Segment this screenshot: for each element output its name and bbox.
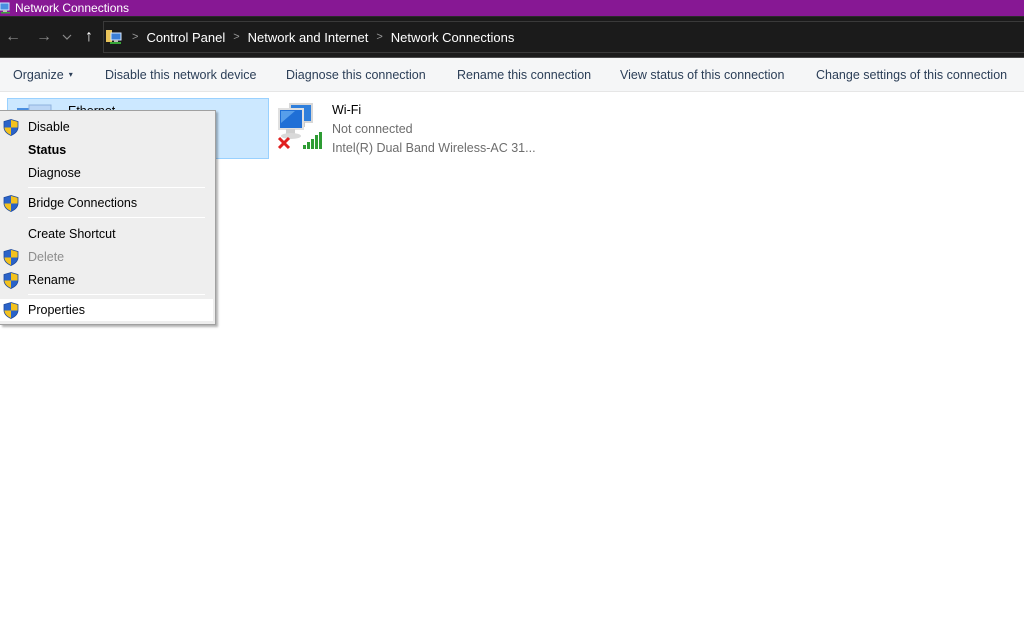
menu-item-label: Diagnose — [28, 166, 81, 180]
menu-item-delete: Delete — [0, 246, 213, 268]
recent-locations-button[interactable] — [60, 26, 74, 48]
connection-device: Intel(R) Dual Band Wireless-AC 31... — [332, 141, 536, 155]
network-connections-app-icon — [0, 2, 12, 14]
breadcrumb-separator-icon[interactable]: > — [376, 31, 382, 43]
command-bar: Organize ▾ Disable this network device Di… — [0, 57, 1024, 92]
breadcrumb-network-connections[interactable]: Network Connections — [391, 30, 515, 45]
menu-item-label: Status — [28, 143, 67, 157]
menu-item-label: Delete — [28, 250, 65, 264]
menu-item-label: Bridge Connections — [28, 196, 138, 210]
menu-separator — [28, 294, 205, 295]
network-folder-icon — [106, 29, 124, 45]
organize-button[interactable]: Organize ▾ — [13, 68, 73, 82]
context-menu: Disable Status Diagnose Bridge Connectio… — [0, 110, 216, 325]
menu-item-label: Properties — [28, 303, 85, 317]
menu-item-label: Create Shortcut — [28, 227, 116, 241]
menu-item-status[interactable]: Status — [0, 139, 213, 161]
menu-item-create-shortcut[interactable]: Create Shortcut — [0, 223, 213, 245]
uac-shield-icon — [3, 249, 19, 266]
connection-status: Not connected — [332, 122, 413, 136]
organize-label: Organize — [13, 68, 64, 82]
window-title: Network Connections — [15, 1, 130, 15]
caret-down-icon: ▾ — [68, 70, 73, 79]
menu-item-label: Rename — [28, 273, 76, 287]
breadcrumb-network-and-internet[interactable]: Network and Internet — [248, 30, 369, 45]
chevron-down-icon — [62, 34, 72, 40]
menu-item-label: Disable — [28, 120, 70, 134]
view-status-button[interactable]: View status of this connection — [620, 68, 784, 82]
breadcrumb-control-panel[interactable]: Control Panel — [146, 30, 225, 45]
disable-device-button[interactable]: Disable this network device — [105, 68, 256, 82]
arrow-left-icon: ← — [5, 28, 21, 45]
rename-connection-button[interactable]: Rename this connection — [457, 68, 591, 82]
uac-shield-icon — [3, 195, 19, 212]
change-settings-button[interactable]: Change settings of this connection — [816, 68, 1007, 82]
menu-item-rename[interactable]: Rename — [0, 269, 213, 291]
forward-button[interactable]: → — [34, 26, 54, 48]
navigation-bar: ← → ↑ > Control Panel > Network and Inte… — [0, 16, 1024, 57]
title-bar: Network Connections — [0, 0, 1024, 16]
uac-shield-icon — [3, 302, 19, 319]
breadcrumb-separator-icon[interactable]: > — [233, 31, 239, 43]
arrow-right-icon: → — [36, 28, 52, 45]
diagnose-connection-button[interactable]: Diagnose this connection — [286, 68, 426, 82]
menu-item-diagnose[interactable]: Diagnose — [0, 162, 213, 184]
connection-name: Wi-Fi — [332, 103, 362, 117]
address-bar[interactable]: > Control Panel > Network and Internet >… — [103, 21, 1024, 53]
arrow-up-icon: ↑ — [85, 28, 93, 45]
uac-shield-icon — [3, 272, 19, 289]
connection-item-wifi[interactable]: Wi-Fi Not connected Intel(R) Dual Band W… — [272, 98, 536, 159]
menu-separator — [28, 217, 205, 218]
menu-item-disable[interactable]: Disable — [0, 116, 213, 138]
wifi-adapter-disconnected-icon — [275, 101, 327, 153]
uac-shield-icon — [3, 119, 19, 136]
back-button[interactable]: ← — [3, 26, 23, 48]
breadcrumb-separator-icon: > — [132, 31, 139, 43]
menu-separator — [28, 187, 205, 188]
menu-item-bridge-connections[interactable]: Bridge Connections — [0, 192, 213, 214]
menu-item-properties[interactable]: Properties — [0, 299, 213, 321]
up-button[interactable]: ↑ — [80, 26, 98, 48]
